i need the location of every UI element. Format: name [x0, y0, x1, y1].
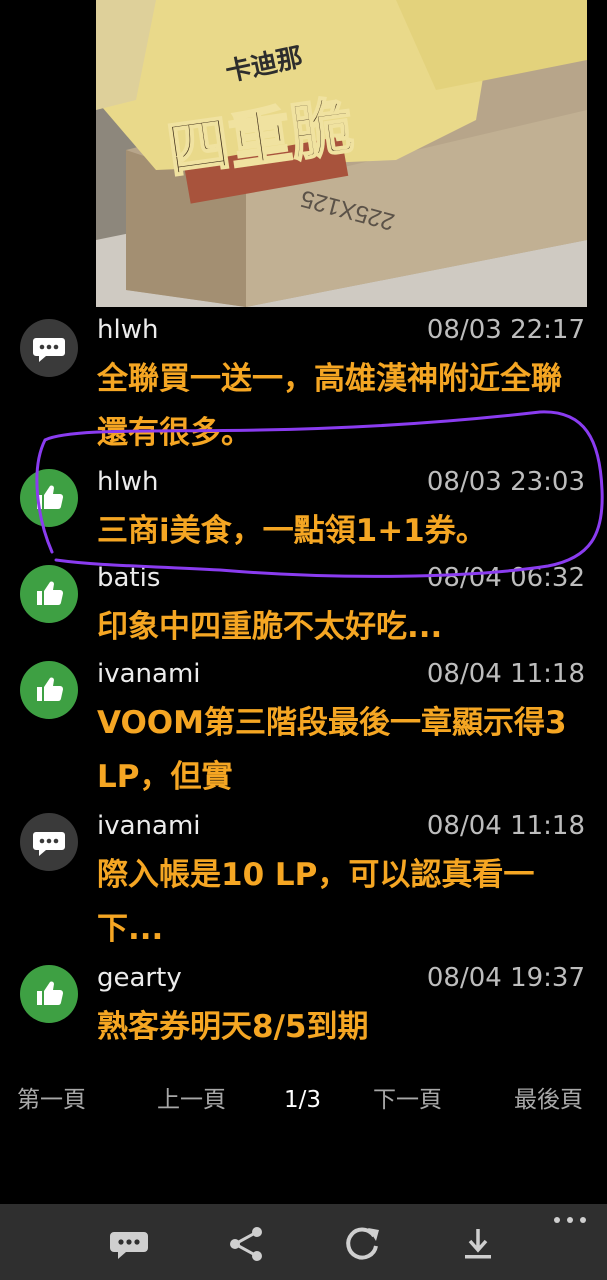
refresh-icon[interactable]: [342, 1224, 382, 1264]
comment-text: 際入帳是10 LP，可以認真看一下...: [97, 857, 535, 947]
thumbs-up-icon[interactable]: [20, 565, 78, 623]
comment-text: 全聯買一送一，高雄漢神附近全聯還有很多。: [97, 361, 562, 451]
last-page-link[interactable]: 最後頁: [514, 1082, 583, 1118]
comment-text: 熟客券明天8/5到期: [97, 1009, 369, 1045]
next-page-link[interactable]: 下一頁: [373, 1082, 442, 1118]
comment-username[interactable]: ivanami: [97, 658, 201, 690]
first-page-link[interactable]: 第一頁: [17, 1082, 86, 1118]
snack-bag-photo: 225X125 四重脆 卡迪那: [96, 0, 587, 307]
comment-timestamp: 08/03 22:17: [426, 315, 585, 345]
comment-text: 印象中四重脆不太好吃...: [97, 609, 443, 645]
thumbs-up-icon[interactable]: [20, 965, 78, 1023]
comment-username[interactable]: gearty: [97, 962, 182, 994]
thumbs-up-icon[interactable]: [20, 661, 78, 719]
prev-page-link[interactable]: 上一頁: [157, 1082, 226, 1118]
comment-username[interactable]: hlwh: [97, 466, 158, 498]
post-photo[interactable]: 225X125 四重脆 卡迪那: [96, 0, 587, 307]
comment-timestamp: 08/04 11:18: [426, 811, 585, 841]
speech-bubble-icon[interactable]: [20, 319, 78, 377]
download-icon[interactable]: [458, 1224, 498, 1264]
comment-username[interactable]: hlwh: [97, 314, 158, 346]
comment-timestamp: 08/03 23:03: [426, 467, 585, 497]
comment-username[interactable]: ivanami: [97, 810, 201, 842]
comment-timestamp: 08/04 11:18: [426, 659, 585, 689]
more-icon[interactable]: [552, 1210, 588, 1230]
comment-username[interactable]: batis: [97, 562, 160, 594]
pagination: 第一頁 上一頁 1/3 下一頁 最後頁: [0, 1082, 607, 1118]
comment-text: VOOM第三階段最後一章顯示得3 LP，但實: [97, 705, 567, 795]
comment-timestamp: 08/04 19:37: [426, 963, 585, 993]
comment-icon[interactable]: [109, 1224, 149, 1264]
speech-bubble-icon[interactable]: [20, 813, 78, 871]
share-icon[interactable]: [226, 1224, 266, 1264]
current-page-indicator: 1/3: [284, 1087, 322, 1113]
bottom-toolbar: [0, 1204, 607, 1280]
comment-timestamp: 08/04 06:32: [426, 563, 585, 593]
thumbs-up-icon[interactable]: [20, 469, 78, 527]
comment-text: 三商i美食，一點領1+1券。: [97, 513, 487, 549]
